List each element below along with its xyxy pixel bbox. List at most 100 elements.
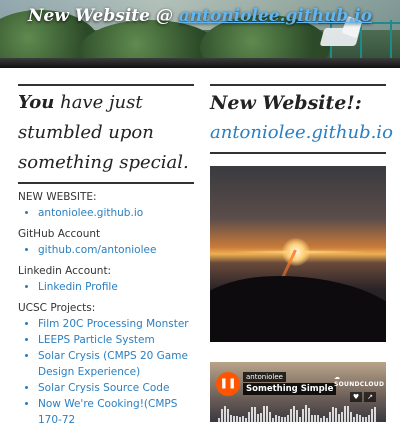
banner-railing-post bbox=[390, 20, 392, 60]
divider bbox=[18, 84, 194, 86]
waveform-bar bbox=[338, 414, 340, 422]
site-title-link[interactable]: antoniolee.github.io bbox=[179, 6, 372, 26]
waveform-bar bbox=[305, 405, 307, 422]
list-item: Now We're Cooking!(CMPS 170-72 bbox=[38, 396, 194, 428]
soundcloud-player: ❚❚ antoniolee Something Simple ☁ SOUNDCL… bbox=[210, 362, 386, 422]
pause-icon[interactable]: ❚❚ bbox=[216, 372, 240, 396]
waveform-bar bbox=[293, 406, 295, 422]
player-waveform[interactable] bbox=[218, 402, 378, 422]
waveform-bar bbox=[359, 415, 361, 422]
waveform-bar bbox=[332, 407, 334, 422]
waveform-bar bbox=[308, 408, 310, 422]
list-item: Solar Crysis (CMPS 20 Game Design Experi… bbox=[38, 348, 194, 380]
waveform-bar bbox=[341, 412, 343, 422]
waveform-bar bbox=[281, 417, 283, 422]
list-item: Film 20C Processing Monster bbox=[38, 316, 194, 332]
player-artist[interactable]: antoniolee bbox=[243, 372, 286, 382]
new-website-link[interactable]: antoniolee.github.io bbox=[210, 118, 393, 148]
waveform-bar bbox=[284, 417, 286, 422]
waveform-bar bbox=[347, 406, 349, 422]
new-website-heading: New Website!: bbox=[210, 92, 362, 114]
waveform-bar bbox=[368, 415, 370, 422]
waveform-bar bbox=[266, 406, 268, 422]
waveform-bar bbox=[362, 417, 364, 422]
waveform-bar bbox=[350, 412, 352, 422]
like-icon[interactable]: ♥ bbox=[350, 392, 362, 402]
waveform-bar bbox=[335, 408, 337, 422]
right-column: New Website!: antoniolee.github.io ❚❚ an… bbox=[210, 84, 393, 422]
intro-heading: You have just stumbled upon something sp… bbox=[18, 88, 194, 178]
list-item: github.com/antoniolee bbox=[38, 242, 194, 258]
link-github[interactable]: github.com/antoniolee bbox=[38, 244, 156, 256]
photo-mountain bbox=[210, 276, 386, 342]
waveform-bar bbox=[257, 414, 259, 422]
waveform-bar bbox=[311, 415, 313, 422]
link-project[interactable]: Solar Crysis (CMPS 20 Game Design Experi… bbox=[38, 350, 188, 378]
player-actions: ♥ ↗ bbox=[348, 384, 376, 403]
waveform-bar bbox=[365, 417, 367, 422]
waveform-bar bbox=[299, 417, 301, 422]
waveform-bar bbox=[224, 406, 226, 422]
waveform-bar bbox=[239, 417, 241, 422]
site-title: New Website @ antoniolee.github.io bbox=[0, 6, 400, 26]
waveform-bar bbox=[275, 415, 277, 422]
waveform-bar bbox=[260, 413, 262, 422]
list-item: Linkedin Profile bbox=[38, 279, 194, 295]
waveform-bar bbox=[371, 409, 373, 422]
waveform-bar bbox=[323, 416, 325, 422]
waveform-bar bbox=[317, 415, 319, 422]
waveform-bar bbox=[251, 407, 253, 422]
link-linkedin[interactable]: Linkedin Profile bbox=[38, 281, 118, 293]
waveform-bar bbox=[248, 412, 250, 422]
waveform-bar bbox=[356, 414, 358, 422]
intro-heading-emphasis: You bbox=[18, 92, 55, 113]
list-item: LEEPS Particle System bbox=[38, 332, 194, 348]
waveform-bar bbox=[320, 418, 322, 422]
link-list: Film 20C Processing Monster LEEPS Partic… bbox=[18, 316, 194, 428]
section-label-github: GitHub Account bbox=[18, 228, 101, 240]
divider bbox=[210, 152, 386, 154]
waveform-bar bbox=[230, 415, 232, 422]
divider bbox=[210, 84, 386, 86]
link-project[interactable]: Solar Crysis Source Code bbox=[38, 382, 169, 394]
waveform-bar bbox=[302, 409, 304, 422]
waveform-bar bbox=[287, 415, 289, 422]
waveform-bar bbox=[233, 416, 235, 422]
banner-deck bbox=[0, 58, 400, 68]
waveform-bar bbox=[290, 409, 292, 422]
list-item: Solar Crysis Source Code bbox=[38, 380, 194, 396]
waveform-bar bbox=[314, 415, 316, 422]
waveform-bar bbox=[254, 407, 256, 422]
section-label-linkedin: Linkedin Account: bbox=[18, 265, 112, 277]
waveform-bar bbox=[329, 412, 331, 422]
waveform-bar bbox=[245, 418, 247, 422]
waveform-bar bbox=[236, 416, 238, 422]
waveform-bar bbox=[221, 409, 223, 422]
section-label-ucsc: UCSC Projects: bbox=[18, 302, 96, 314]
waveform-bar bbox=[326, 418, 328, 422]
link-list: github.com/antoniolee bbox=[18, 242, 194, 258]
divider bbox=[18, 182, 194, 184]
waveform-bar bbox=[269, 412, 271, 422]
waveform-bar bbox=[272, 418, 274, 422]
waveform-bar bbox=[278, 416, 280, 422]
waveform-bar bbox=[218, 418, 220, 422]
link-list: Linkedin Profile bbox=[18, 279, 194, 295]
share-icon[interactable]: ↗ bbox=[364, 392, 376, 402]
site-title-prefix: New Website @ bbox=[27, 6, 179, 26]
waveform-bar bbox=[296, 410, 298, 422]
waveform-bar bbox=[242, 416, 244, 422]
player-track-title[interactable]: Something Simple bbox=[243, 383, 337, 395]
sunset-photo bbox=[210, 166, 386, 342]
link-project[interactable]: LEEPS Particle System bbox=[38, 334, 155, 346]
link-project[interactable]: Now We're Cooking!(CMPS 170-72 bbox=[38, 398, 177, 426]
waveform-bar bbox=[227, 409, 229, 422]
header-banner: New Website @ antoniolee.github.io bbox=[0, 0, 400, 68]
section-label-new-website: NEW WEBSITE: bbox=[18, 191, 97, 203]
link-new-website[interactable]: antoniolee.github.io bbox=[38, 207, 143, 219]
waveform-bar bbox=[353, 417, 355, 422]
link-list: antoniolee.github.io bbox=[18, 205, 194, 221]
link-project[interactable]: Film 20C Processing Monster bbox=[38, 318, 189, 330]
list-item: antoniolee.github.io bbox=[38, 205, 194, 221]
waveform-bar bbox=[344, 406, 346, 422]
